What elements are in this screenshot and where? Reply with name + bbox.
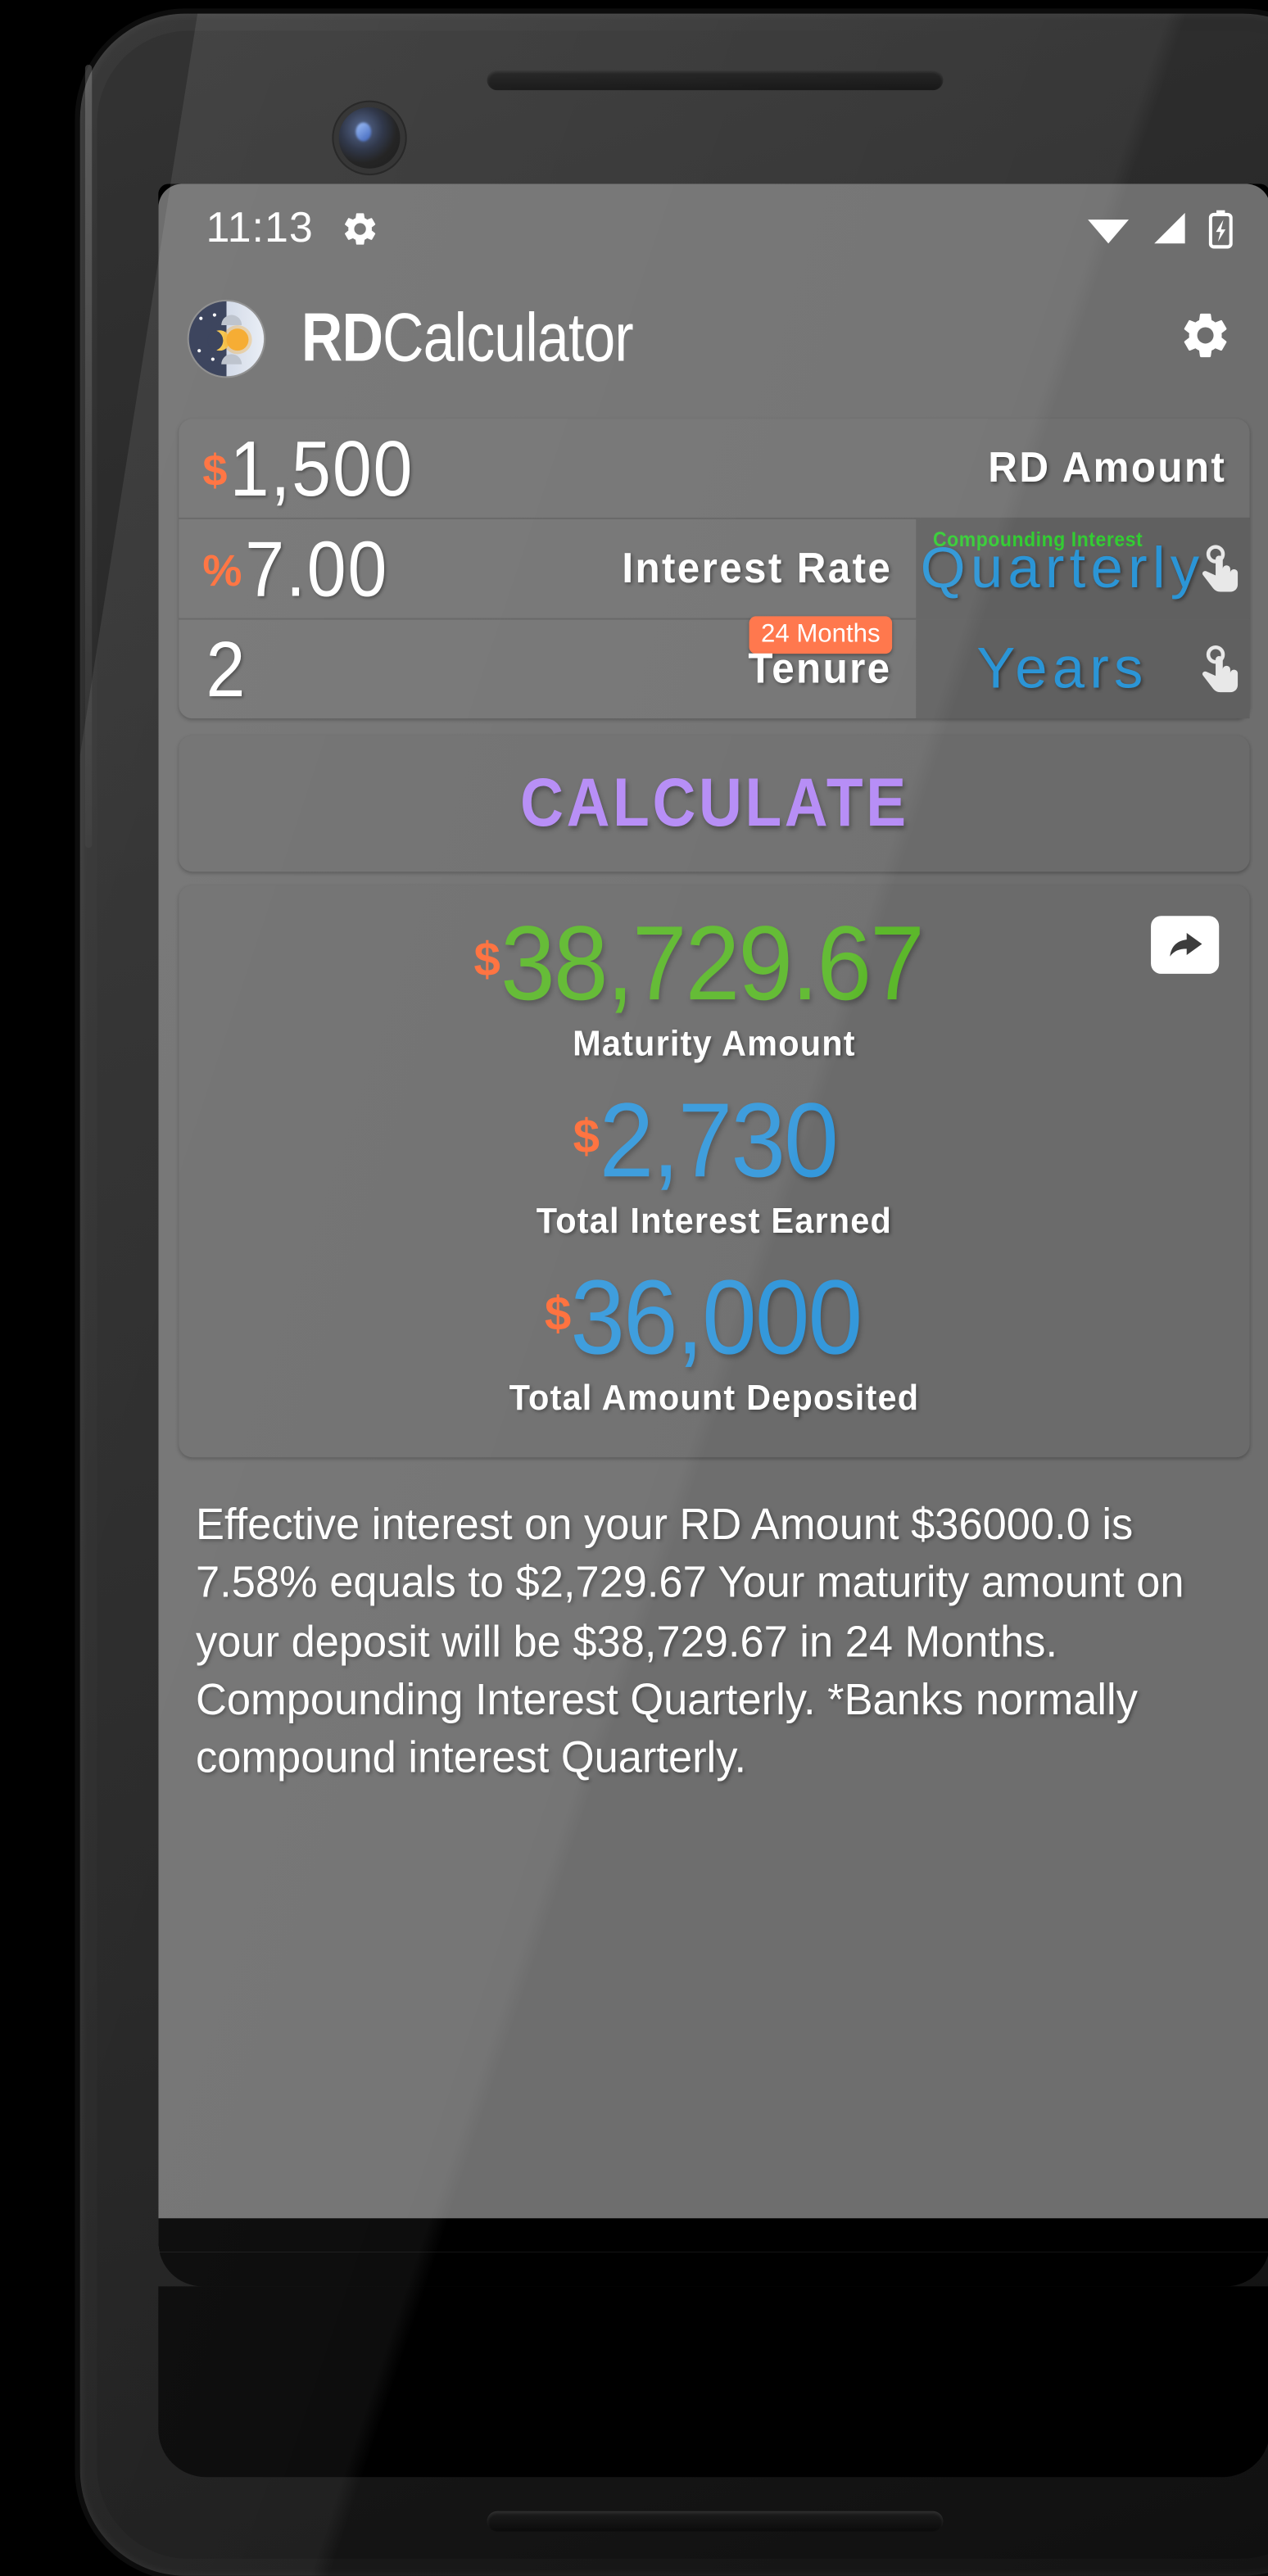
rd-amount-value: 1,500: [230, 423, 415, 513]
calculate-button[interactable]: CALCULATE: [179, 735, 1250, 872]
currency-symbol: $: [544, 1287, 572, 1340]
star-shape: [199, 316, 203, 320]
cloud-shape: [221, 315, 242, 325]
cellular-signal-icon: [1154, 212, 1185, 244]
maturity-amount-label: Maturity Amount: [573, 1025, 856, 1065]
total-deposited-label: Total Amount Deposited: [509, 1379, 920, 1419]
input-card: $ 1,500 RD Amount % 7.00 Interest Rate C…: [179, 419, 1250, 719]
screen-bottom-chin: [158, 2286, 1268, 2478]
result-total-amount-deposited: $ 36,000 Total Amount Deposited: [179, 1260, 1249, 1419]
result-maturity-amount: $ 38,729.67 Maturity Amount: [179, 912, 1249, 1066]
day-night-toggle-icon[interactable]: [188, 301, 265, 377]
app-root: 11:13 RDCalculator $ 1,500 RD Amount % 7…: [158, 183, 1268, 2252]
touch-tap-icon: [1198, 642, 1243, 697]
compounding-interest-caption: Compounding Interest: [933, 527, 1143, 552]
currency-symbol: $: [473, 933, 500, 986]
share-button[interactable]: [1151, 916, 1220, 974]
calculate-button-label: CALCULATE: [519, 765, 909, 840]
app-title-bold: RD: [301, 300, 383, 376]
tenure-unit-selector[interactable]: Years: [916, 619, 1250, 719]
status-bar-clock: 11:13: [206, 203, 314, 251]
page-title: RDCalculator: [301, 300, 634, 378]
total-deposited-value: 36,000: [571, 1260, 863, 1378]
total-interest-label: Total Interest Earned: [536, 1202, 893, 1242]
touch-tap-icon: [1198, 541, 1243, 596]
results-card: $ 38,729.67 Maturity Amount $ 2,730 Tota…: [179, 885, 1250, 1458]
rd-amount-input[interactable]: $ 1,500: [179, 419, 951, 518]
bezel-highlight: [84, 64, 93, 849]
star-shape: [212, 313, 216, 317]
total-interest-value-group: $ 2,730: [573, 1089, 855, 1195]
wifi-icon: [1088, 220, 1130, 244]
currency-symbol: $: [573, 1110, 600, 1163]
row-interest-rate: % 7.00 Interest Rate Compounding Interes…: [179, 518, 1250, 620]
interest-rate-label-cell: Interest Rate: [584, 519, 916, 618]
total-interest-value: 2,730: [600, 1082, 839, 1201]
tenure-label: Tenure: [748, 644, 893, 692]
percent-symbol: %: [202, 544, 242, 595]
currency-symbol: $: [202, 443, 228, 495]
battery-charging-icon: [1208, 209, 1233, 248]
interest-rate-label: Interest Rate: [622, 544, 893, 592]
bottom-speaker: [486, 2510, 943, 2532]
maturity-amount-value-group: $ 38,729.67: [473, 912, 954, 1018]
share-icon: [1170, 933, 1202, 957]
phone-device-frame: 11:13 RDCalculator $ 1,500 RD Amount % 7…: [79, 13, 1268, 2576]
star-shape: [197, 349, 202, 353]
sun-shape: [226, 328, 249, 351]
camera-glint: [355, 122, 372, 142]
app-title-rest: Calculator: [383, 300, 634, 376]
summary-description: Effective interest on your RD Amount $36…: [196, 1498, 1184, 1783]
interest-rate-value: 7.00: [245, 524, 389, 613]
total-deposited-value-group: $ 36,000: [544, 1260, 884, 1378]
star-shape: [211, 357, 215, 361]
tenure-unit-value: Years: [976, 636, 1148, 701]
earpiece-speaker: [486, 70, 943, 91]
settings-button[interactable]: [1178, 307, 1233, 370]
row-tenure: 2 24 Months Tenure Years: [179, 616, 1250, 719]
cloud-shape: [221, 354, 242, 364]
rd-amount-label: RD Amount: [987, 443, 1226, 491]
interest-rate-input[interactable]: % 7.00: [179, 519, 584, 618]
result-total-interest-earned: $ 2,730 Total Interest Earned: [179, 1089, 1249, 1243]
status-bar-icons: [1086, 209, 1233, 248]
maturity-amount-value: 38,729.67: [500, 905, 925, 1024]
compounding-interest-selector[interactable]: Compounding Interest Quarterly: [916, 518, 1250, 618]
row-rd-amount: $ 1,500 RD Amount: [179, 419, 1250, 519]
tenure-value: 2: [206, 624, 247, 713]
moon-shape: [202, 330, 224, 351]
status-bar: 11:13: [158, 183, 1268, 272]
tenure-label-cell: 24 Months Tenure: [718, 616, 917, 719]
front-camera: [338, 106, 401, 169]
phone-screen: 11:13 RDCalculator $ 1,500 RD Amount % 7…: [158, 183, 1268, 2287]
rd-amount-label-cell: RD Amount: [951, 419, 1249, 518]
app-bar: RDCalculator: [158, 273, 1268, 405]
tenure-input[interactable]: 2: [179, 620, 717, 719]
status-bar-gear-icon: [341, 209, 380, 248]
navigation-bar-area: [158, 2218, 1268, 2252]
